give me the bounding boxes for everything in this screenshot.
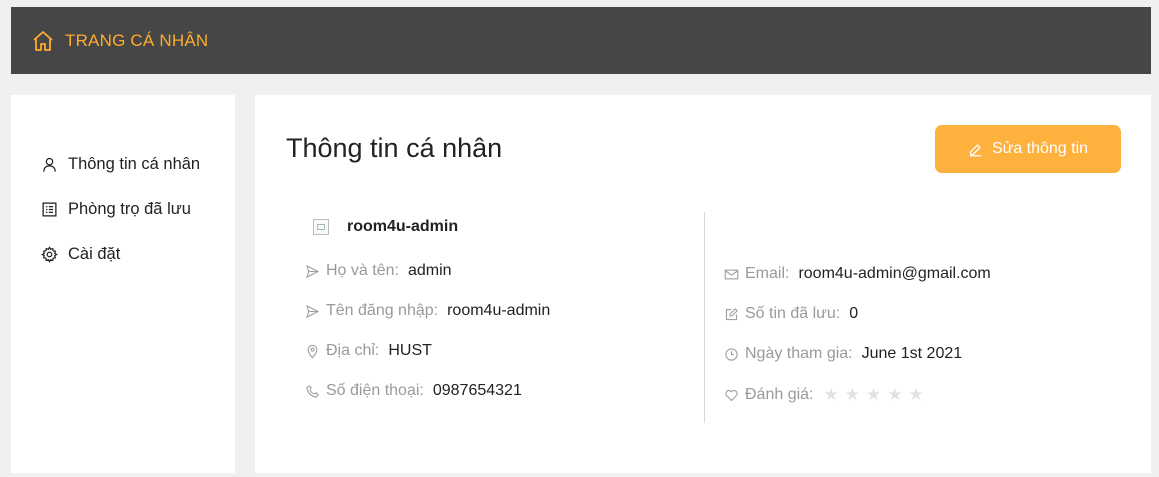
star-icon[interactable]: ★ [824,385,839,405]
edit-square-icon [725,307,738,320]
field-phone: Số điện thoại: 0987654321 [305,382,522,400]
field-label: Số điện thoại: [326,382,424,399]
username: room4u-admin [347,218,459,235]
field-value: HUST [388,342,432,359]
sidebar-item-profile[interactable]: Thông tin cá nhân [41,155,200,174]
star-icon[interactable]: ★ [887,385,902,405]
home-icon [33,30,53,51]
profile-panel: Thông tin cá nhân Sửa thông tin room4u-a… [255,95,1151,473]
mail-icon [724,269,739,279]
sidebar-item-label: Thông tin cá nhân [68,155,201,173]
field-join-date: Ngày tham gia: June 1st 2021 [724,345,962,363]
star-icon[interactable]: ★ [909,385,924,405]
clock-icon [725,347,738,361]
phone-icon [306,384,319,398]
field-login-name: Tên đăng nhập: room4u-admin [305,302,550,320]
user-identity: room4u-admin [313,218,458,236]
field-label: Email: [745,265,790,282]
rating-stars[interactable]: ★ ★ ★ ★ ★ [824,385,930,405]
sidebar-item-label: Cài đặt [68,245,121,263]
field-value: room4u-admin [447,302,551,319]
heart-icon [725,389,738,401]
field-saved-count: Số tin đã lưu: 0 [724,305,858,323]
page-header-title: TRANG CÁ NHÂN [65,30,209,50]
sidebar-item-saved-rooms[interactable]: Phòng trọ đã lưu [41,200,191,219]
field-label: Số tin đã lưu: [745,305,841,322]
user-icon [43,157,56,172]
field-email: Email: room4u-admin@gmail.com [724,265,991,283]
field-label: Ngày tham gia: [745,345,853,362]
star-icon[interactable]: ★ [845,385,860,405]
sidebar-item-settings[interactable]: Cài đặt [41,245,120,264]
field-value: June 1st 2021 [861,345,963,362]
field-value: 0987654321 [432,382,522,399]
location-icon [307,344,318,359]
column-divider [704,212,705,423]
field-value: admin [407,262,452,279]
field-value: 0 [849,305,859,322]
list-icon [42,202,57,217]
star-icon[interactable]: ★ [866,385,881,405]
field-value: room4u-admin@gmail.com [798,265,991,282]
top-header: TRANG CÁ NHÂN [11,7,1151,74]
home-link[interactable]: TRANG CÁ NHÂN [31,29,208,53]
edit-profile-button[interactable]: Sửa thông tin [935,125,1121,173]
field-label: Đánh giá: [745,386,814,403]
field-label: Tên đăng nhập: [326,302,439,319]
gear-icon [41,246,58,263]
field-label: Địa chỉ: [326,342,380,359]
field-full-name: Họ và tên: admin [305,262,452,280]
sidebar: Thông tin cá nhân Phòng trọ đã lưu Cài đ… [11,95,235,473]
edit-button-label: Sửa thông tin [991,140,1089,157]
send-icon [306,304,319,318]
field-address: Địa chỉ: HUST [305,342,432,360]
field-label: Họ và tên: [326,262,399,279]
edit-icon [969,143,982,156]
page-title: Thông tin cá nhân [286,133,503,163]
send-icon [306,264,319,278]
sidebar-item-label: Phòng trọ đã lưu [68,200,191,218]
field-rating: Đánh giá: ★ ★ ★ ★ ★ [724,385,930,405]
avatar [313,219,329,235]
